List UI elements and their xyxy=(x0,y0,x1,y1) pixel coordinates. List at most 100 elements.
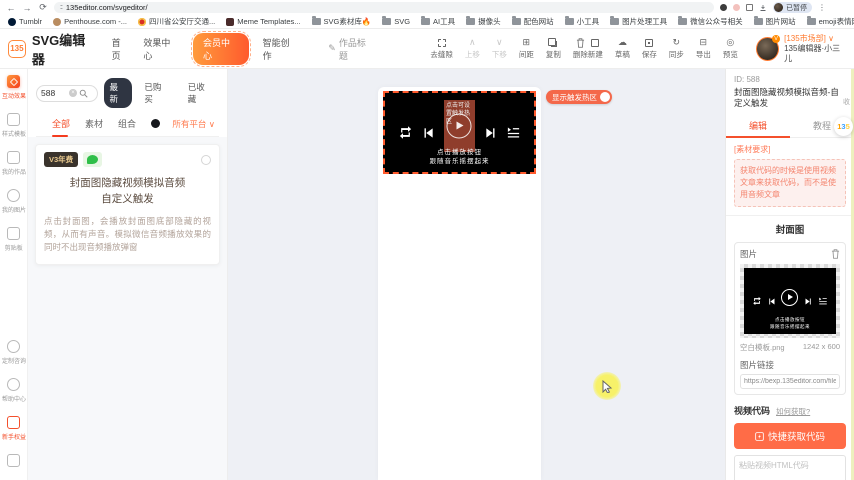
image-link-input[interactable] xyxy=(740,374,840,390)
rail-item-feedback[interactable] xyxy=(7,454,20,467)
browser-profile-chip[interactable]: 已暂停 xyxy=(773,2,812,13)
previous-track-icon xyxy=(769,298,775,305)
delete-button[interactable]: 删除 xyxy=(573,37,588,60)
app-logo[interactable]: 135 xyxy=(8,39,26,58)
tab-favorited[interactable]: 已收藏 xyxy=(182,78,219,108)
export-button[interactable]: ⊟ 导出 xyxy=(696,37,711,60)
draft-button[interactable]: ☁ 草稿 xyxy=(615,37,630,60)
quick-get-code-button[interactable]: 快捷获取代码 xyxy=(734,423,846,450)
rail-item-style-templates[interactable]: 样式模板 xyxy=(1,113,27,138)
rail-item-custom-consult[interactable]: 定制咨询 xyxy=(1,340,27,365)
cover-thumbnail[interactable]: 点击播放按钮 跟随音乐摇摆起来 xyxy=(740,264,840,339)
filter-all[interactable]: 全部 xyxy=(52,117,70,130)
nav-ai-create[interactable]: 智能创作 xyxy=(263,36,299,62)
search-input[interactable] xyxy=(41,88,67,98)
next-track-icon xyxy=(805,298,811,305)
sync-button[interactable]: ↻ 同步 xyxy=(669,37,684,60)
bookmark-item[interactable]: Tumblr xyxy=(8,17,42,26)
bookmark-folder[interactable]: SVG xyxy=(382,16,410,26)
save-button[interactable]: 保存 xyxy=(642,37,657,60)
material-card[interactable]: V3年费 封面图隐藏视频模拟音频 自定义触发 点击封面图，会播放封面图底部隐藏的… xyxy=(35,144,220,266)
bookmark-folder[interactable]: 摄像头 xyxy=(466,16,501,27)
bookmark-folder[interactable]: SVG素材库🔥 xyxy=(311,16,371,27)
bookmark-folder[interactable]: 微信公众号相关 xyxy=(678,16,743,27)
bookmark-folder[interactable]: 图片处理工具 xyxy=(610,16,667,27)
doc-icon xyxy=(591,38,600,47)
search-box[interactable]: × xyxy=(36,84,98,102)
extension-icon[interactable] xyxy=(720,4,727,11)
material-title: 封面图隐藏视频模拟音频 自定义触发 xyxy=(69,177,186,206)
reload-icon[interactable]: ⟳ xyxy=(38,2,48,13)
filter-combo[interactable]: 组合 xyxy=(118,117,136,130)
bookmark-folder[interactable]: AI工具 xyxy=(421,16,455,27)
browser-menu-icon[interactable]: ⋮ xyxy=(818,3,826,12)
new-button[interactable]: 新建 xyxy=(588,37,603,60)
cursor-arrow-icon xyxy=(602,380,613,393)
forward-icon[interactable]: → xyxy=(22,3,32,13)
filter-material[interactable]: 素材 xyxy=(85,117,103,130)
rail-item-newbie-benefits[interactable]: 新手权益 xyxy=(1,416,27,441)
dark-dot-icon[interactable] xyxy=(151,119,161,128)
remove-gap-button[interactable]: 去缝隙 xyxy=(430,37,453,60)
how-to-get-link[interactable]: 如何获取? xyxy=(776,406,810,417)
rail-item-my-works[interactable]: 我的作品 xyxy=(1,151,27,176)
cube-icon xyxy=(7,75,20,88)
platform-filter-dropdown[interactable]: 所有平台 ∨ xyxy=(172,118,215,130)
chevron-up-icon: ∧ xyxy=(469,37,476,47)
site-favicon xyxy=(226,17,235,26)
work-title-field[interactable]: ✎ 作品标题 xyxy=(328,36,374,62)
copy-button[interactable]: 复制 xyxy=(546,37,561,60)
tab-latest[interactable]: 最新 xyxy=(103,78,133,108)
clear-search-icon[interactable]: × xyxy=(69,89,77,97)
extension-icon[interactable] xyxy=(733,4,740,11)
ticket-icon xyxy=(7,416,20,429)
editor-canvas[interactable]: 点击可设置触发热区 点击播放按钮 跟随音乐摇摆起来 显示触发热区 xyxy=(228,69,725,480)
tab-edit[interactable]: 编辑 xyxy=(726,115,790,139)
preview-button[interactable]: ◎ 预览 xyxy=(723,37,738,60)
user-account-chip[interactable]: V [135市场部] ∨ 135编辑器·小三儿 xyxy=(755,34,846,64)
bookmark-folder[interactable]: emoji表情网站😄 xyxy=(806,16,854,27)
user-avatar: V xyxy=(755,34,781,61)
bookmark-folder[interactable]: 小工具 xyxy=(564,16,599,27)
hotspot-album-art[interactable]: 点击可设置触发热区 xyxy=(443,99,475,152)
selected-player-element[interactable]: 点击可设置触发热区 点击播放按钮 跟随音乐摇摆起来 xyxy=(383,91,536,174)
rail-item-my-images[interactable]: 我的图片 xyxy=(1,189,27,214)
select-radio[interactable] xyxy=(201,154,211,165)
nav-effects[interactable]: 效果中心 xyxy=(143,36,179,62)
bookmark-item[interactable]: 四川省公安厅交通... xyxy=(138,16,215,27)
toggle-knob[interactable] xyxy=(600,92,610,102)
site-info-icon[interactable]: :: xyxy=(60,4,63,11)
delete-image-icon[interactable] xyxy=(831,249,840,259)
back-icon[interactable]: ← xyxy=(6,3,16,13)
tab-purchased[interactable]: 已购买 xyxy=(138,78,175,108)
move-down-button[interactable]: ∨ 下移 xyxy=(492,37,507,60)
bookmark-folder[interactable]: 图片网站 xyxy=(753,16,796,27)
edit-toolbar: 去缝隙 ∧ 上移 ∨ 下移 ⊞ 间距 复制 删除 xyxy=(430,37,588,60)
works-icon xyxy=(7,151,20,164)
nav-home[interactable]: 首页 xyxy=(112,36,130,62)
show-hotspot-toggle[interactable]: 显示触发热区 xyxy=(546,90,612,104)
collapse-panel-icon[interactable]: 收 xyxy=(843,97,850,107)
rail-item-interactive-effects[interactable]: 互动效果 xyxy=(1,75,27,100)
wechat-icon xyxy=(83,152,103,167)
bookmark-folder[interactable]: 配色网站 xyxy=(511,16,554,27)
video-code-textarea[interactable] xyxy=(734,455,846,480)
folder-icon xyxy=(610,16,620,25)
rail-item-help-center[interactable]: 帮助中心 xyxy=(1,378,27,403)
nav-member-button[interactable]: 会员中心 xyxy=(191,30,251,67)
downloads-icon[interactable] xyxy=(759,4,767,12)
spacing-button[interactable]: ⊞ 间距 xyxy=(519,37,534,60)
artboard[interactable]: 点击可设置触发热区 点击播放按钮 跟随音乐摇摆起来 xyxy=(378,87,541,480)
bookmark-item[interactable]: Penthouse.com -... xyxy=(53,17,127,26)
search-icon[interactable] xyxy=(79,89,88,98)
user-team-select[interactable]: [135市场部] ∨ xyxy=(784,34,846,44)
active-filter-underline xyxy=(52,135,68,137)
cover-image-box: 图片 点击播放按钮 跟随音乐摇摆起来 空白模板.png 1242 x 600 图… xyxy=(734,242,846,396)
135-logo-badge[interactable]: 135 xyxy=(834,117,853,136)
move-up-button[interactable]: ∧ 上移 xyxy=(465,37,480,60)
rail-item-clipboard[interactable]: 剪贴板 xyxy=(4,227,24,252)
address-bar[interactable]: :: 135editor.com/svgeditor/ xyxy=(54,2,714,13)
bookmark-item[interactable]: Meme Templates... xyxy=(226,17,301,26)
flash-icon xyxy=(755,431,764,441)
extension-icon[interactable] xyxy=(746,4,753,11)
